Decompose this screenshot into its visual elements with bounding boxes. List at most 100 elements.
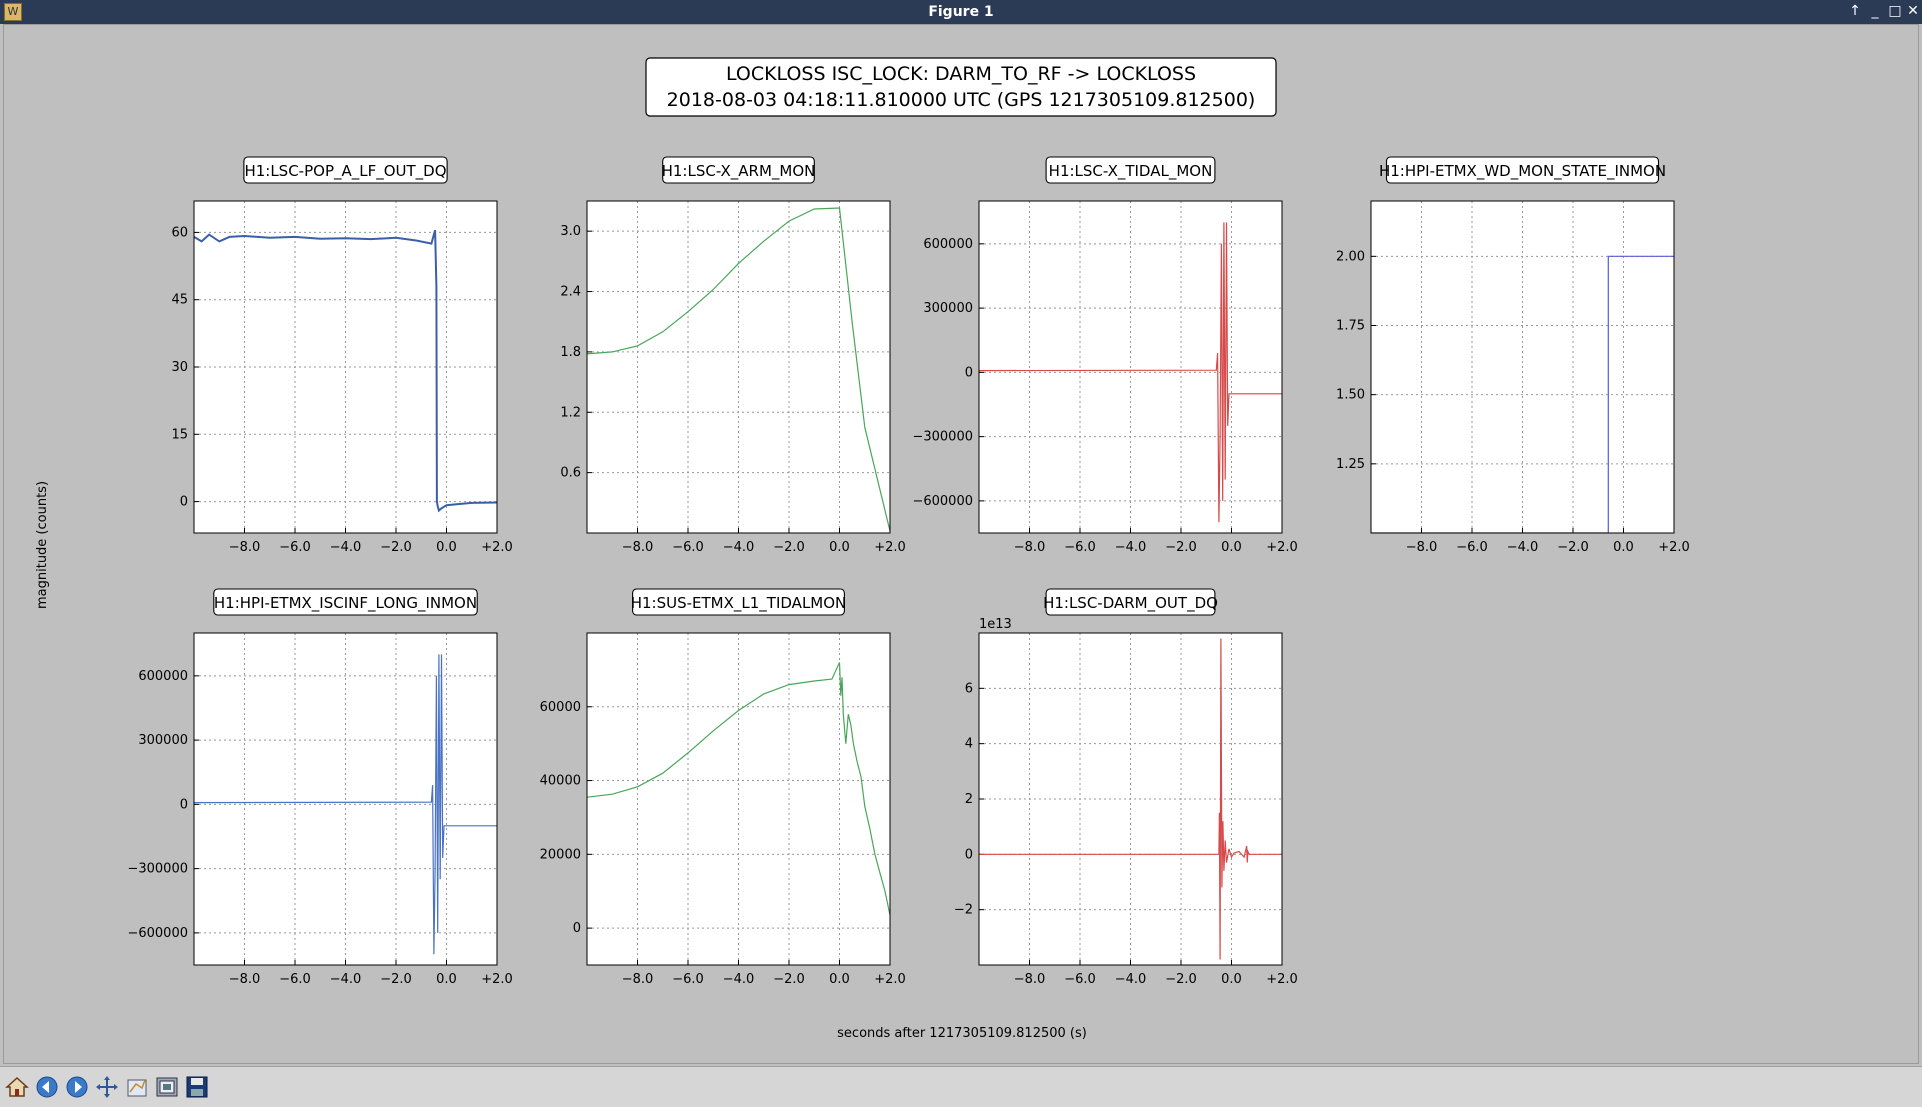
x-tick-label: −4.0 [330,540,362,555]
y-tick-label: 15 [171,427,188,442]
x-tick-label: −4.0 [723,540,755,555]
x-tick-label: −6.0 [1064,972,1096,987]
up-arrow-icon[interactable]: ↑ [1846,2,1864,20]
subplot-6: −8.0 −6.0 −4.0 −2.0 0.0 +2.0 60000 40000 20000 0 H… [540,588,906,987]
x-tick-label: −8.0 [229,540,261,555]
y-tick-label: −300000 [127,862,188,877]
subplot-title: H1:LSC-X_TIDAL_MON [1049,162,1213,181]
y-tick-label: 0 [180,495,188,510]
subplot-title: H1:LSC-DARM_OUT_DQ [1043,594,1218,613]
x-tick-label: −6.0 [672,972,704,987]
x-tick-label: −6.0 [1064,540,1096,555]
x-tick-label: −4.0 [723,972,755,987]
figure-title-line2: 2018-08-03 04:18:11.810000 UTC (GPS 1217… [667,89,1256,111]
x-tick-label: −6.0 [279,540,311,555]
figure-canvas[interactable]: LOCKLOSS ISC_LOCK: DARM_TO_RF -> LOCKLOS… [3,24,1919,1064]
y-tick-label: 0 [965,365,973,380]
y-tick-label: 60 [171,225,188,240]
close-icon[interactable]: ✕ [1904,2,1922,20]
y-tick-label: 0.6 [560,466,581,481]
y-tick-label: 45 [171,293,188,308]
x-tick-label: +2.0 [1266,972,1298,987]
y-axis-label: magnitude (counts) [35,481,50,609]
y-tick-label: 600000 [923,237,973,252]
y-tick-label: 3.0 [560,224,581,239]
y-tick-label: 2.4 [560,285,581,300]
subplot-title: H1:LSC-POP_A_LF_OUT_DQ [244,162,446,181]
x-tick-label: +2.0 [1658,540,1690,555]
figure-title-line1: LOCKLOSS ISC_LOCK: DARM_TO_RF -> LOCKLOS… [726,63,1196,85]
x-tick-label: 0.0 [1221,972,1242,987]
x-tick-label: −4.0 [1115,972,1147,987]
back-icon[interactable] [34,1074,60,1100]
y-tick-label: 0 [180,797,188,812]
y-tick-label: 6 [965,681,973,696]
x-tick-label: −2.0 [1557,540,1589,555]
subplot-3: −8.0 −6.0 −4.0 −2.0 0.0 +2.0 600000 300000 0 −300… [912,156,1298,555]
subplots: −8.0 −6.0 −4.0 −2.0 0.0 +2.0604530150H1:LSC-P… [127,156,1690,987]
subplot-5: −8.0 −6.0 −4.0 −2.0 0.0 +2.0 600000 300000 0 −300… [127,588,513,987]
y-tick-label: 300000 [138,733,188,748]
y-tick-label: 0 [965,847,973,862]
y-tick-label: 60000 [540,700,581,715]
x-tick-label: −2.0 [380,540,412,555]
subplot-2: −8.0 −6.0 −4.0 −2.0 0.0 +2.0 3.0 2.4 1.8 1.2 0.6 H1… [560,156,906,555]
x-tick-label: 0.0 [436,972,457,987]
y-tick-label: 1.8 [560,345,581,360]
subplot-4: −8.0 −6.0 −4.0 −2.0 0.0 +2.0 2.00 1.75 1.50 1.25 H… [1336,156,1690,555]
save-icon[interactable] [184,1074,210,1100]
subplot-title: H1:LSC-X_ARM_MON [662,162,816,181]
subplot-7: −8.0 −6.0 −4.0 −2.0 0.0 +2.0 6 4 2 0 −2 1e13 H1:LSC-… [954,588,1298,987]
y-tick-label: 1.75 [1336,319,1365,334]
x-tick-label: +2.0 [874,972,906,987]
y-tick-label: −2 [954,903,973,918]
home-icon[interactable] [4,1074,30,1100]
pan-icon[interactable] [94,1074,120,1100]
x-tick-label: 0.0 [829,972,850,987]
axis-offset-label: 1e13 [979,617,1012,632]
zoom-icon[interactable] [154,1074,180,1100]
minimize-icon[interactable]: _ [1866,2,1884,20]
x-tick-label: +2.0 [481,972,513,987]
y-tick-label: 40000 [540,774,581,789]
y-tick-label: 300000 [923,301,973,316]
y-tick-label: 30 [171,360,188,375]
x-tick-label: +2.0 [481,540,513,555]
y-tick-label: 20000 [540,847,581,862]
x-tick-label: −4.0 [330,972,362,987]
x-tick-label: −2.0 [773,972,805,987]
x-tick-label: −8.0 [1406,540,1438,555]
y-tick-label: 600000 [138,669,188,684]
x-tick-label: +2.0 [1266,540,1298,555]
y-tick-label: 1.50 [1336,388,1365,403]
configure-subplots-icon[interactable] [124,1074,150,1100]
x-tick-label: −8.0 [1014,540,1046,555]
subplot-1: −8.0 −6.0 −4.0 −2.0 0.0 +2.0 60 45 30 15 0 H1:LSC-P… [171,156,513,555]
window-titlebar: W Figure 1 ↑ _ □ ✕ [0,0,1922,24]
x-tick-label: 0.0 [1613,540,1634,555]
y-tick-label: −600000 [127,926,188,941]
x-tick-label: +2.0 [874,540,906,555]
y-tick-label: 2.00 [1336,249,1365,264]
maximize-icon[interactable]: □ [1886,2,1904,20]
x-tick-label: −2.0 [1165,972,1197,987]
navigation-toolbar [0,1066,1922,1107]
y-tick-label: 0 [573,921,581,936]
y-tick-label: −300000 [912,430,973,445]
x-tick-label: 0.0 [1221,540,1242,555]
y-tick-label: 1.25 [1336,457,1365,472]
x-tick-label: −8.0 [229,972,261,987]
y-tick-label: 2 [965,792,973,807]
subplot-title: H1:SUS-ETMX_L1_TIDALMON [631,594,847,613]
x-tick-label: −4.0 [1115,540,1147,555]
figure-title: LOCKLOSS ISC_LOCK: DARM_TO_RF -> LOCKLOS… [645,57,1277,117]
x-tick-label: −2.0 [773,540,805,555]
x-tick-label: 0.0 [436,540,457,555]
y-tick-label: 4 [965,737,973,752]
y-tick-label: 1.2 [560,405,581,420]
x-tick-label: −8.0 [622,540,654,555]
forward-icon[interactable] [64,1074,90,1100]
x-tick-label: −6.0 [279,972,311,987]
subplot-title: H1:HPI-ETMX_WD_MON_STATE_INMON [1379,162,1666,181]
figure-svg: LOCKLOSS ISC_LOCK: DARM_TO_RF -> LOCKLOS… [35,57,1690,1041]
